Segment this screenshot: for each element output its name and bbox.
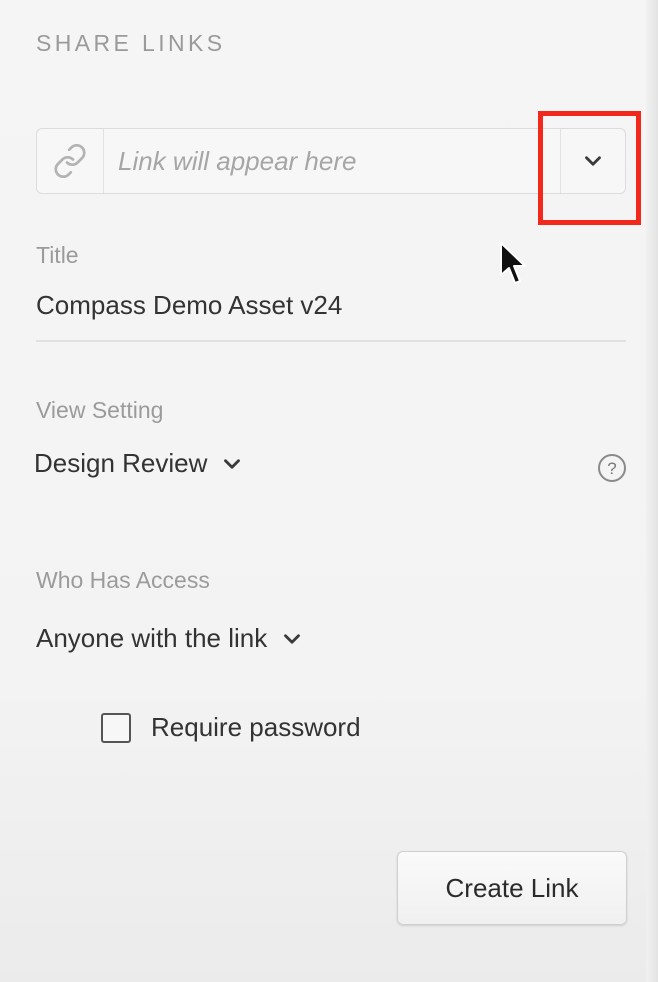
link-output-input[interactable]: [104, 129, 560, 193]
mouse-pointer-icon: [500, 242, 526, 284]
view-setting-select[interactable]: Design Review: [34, 448, 245, 479]
view-setting-label: View Setting: [36, 397, 164, 423]
section-title: SHARE LINKS: [36, 30, 226, 56]
create-link-button[interactable]: Create Link: [397, 851, 627, 925]
require-password-label: Require password: [151, 712, 361, 742]
link-icon-container: [37, 129, 104, 193]
access-label: Who Has Access: [36, 567, 210, 593]
share-link-field[interactable]: [36, 128, 626, 194]
require-password-checkbox[interactable]: [101, 712, 131, 743]
access-select[interactable]: Anyone with the link: [36, 623, 305, 654]
view-setting-value: Design Review: [34, 448, 208, 478]
title-underline: [36, 340, 626, 342]
chevron-down-icon: [585, 156, 601, 166]
title-input[interactable]: Compass Demo Asset v24: [36, 290, 342, 321]
title-label: Title: [36, 242, 79, 268]
question-circle-icon[interactable]: ?: [597, 453, 627, 483]
link-options-dropdown-button[interactable]: [560, 129, 625, 193]
require-password-row: Require password: [101, 712, 361, 743]
chevron-down-icon: [224, 458, 241, 469]
svg-text:?: ?: [607, 459, 616, 478]
access-value: Anyone with the link: [36, 623, 268, 653]
panel-edge: [646, 0, 658, 982]
chevron-down-icon: [284, 633, 301, 644]
link-icon: [54, 143, 86, 179]
share-links-panel: SHARE LINKS Title Compass Demo Asset v24…: [0, 0, 658, 982]
